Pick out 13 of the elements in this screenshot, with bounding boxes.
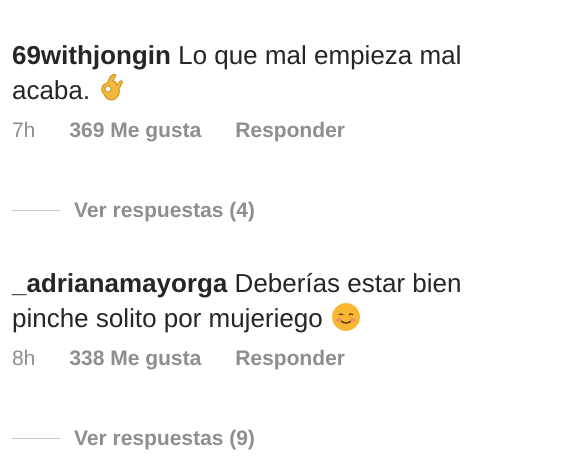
comment-time: 8h [12, 346, 36, 372]
view-replies-button[interactable]: Ver respuestas (9) [74, 422, 255, 454]
likes-button[interactable]: 369 Me gusta [69, 115, 202, 146]
reply-button[interactable]: Responder [235, 343, 345, 374]
username-link[interactable]: 69withjongin [12, 40, 171, 70]
likes-button[interactable]: 338 Me gusta [69, 343, 202, 374]
smiling-face-icon [330, 302, 361, 332]
view-replies-button[interactable]: Ver respuestas (4) [74, 194, 255, 226]
reply-button[interactable]: Responder [235, 115, 345, 146]
comment-time: 7h [12, 118, 36, 144]
username-link[interactable]: _adrianamayorga [12, 268, 228, 298]
comment-text: _adrianamayorga Deberías estar bien pinche solito por mujeriego [12, 267, 462, 335]
comment-text: 69withjongin Lo que mal empieza mal acaba. [12, 39, 462, 107]
